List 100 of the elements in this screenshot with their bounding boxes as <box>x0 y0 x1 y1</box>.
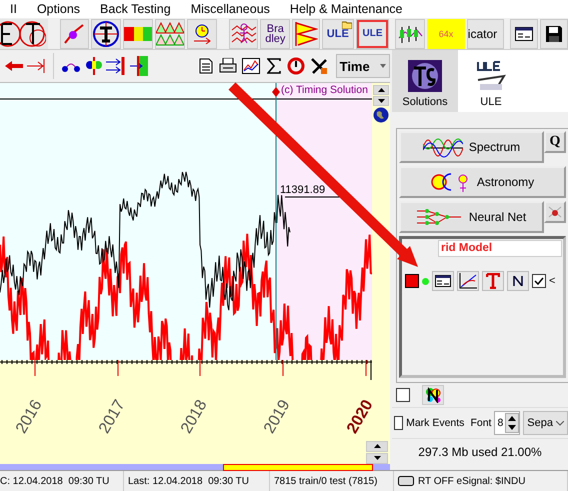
globe-icon <box>373 107 389 123</box>
line-chart-icon <box>242 58 260 74</box>
copyright-label: (c) Timing Solution <box>281 84 368 96</box>
trend-tool-button[interactable] <box>60 18 90 48</box>
n-letter-icon <box>513 276 523 286</box>
options-button[interactable] <box>544 201 566 223</box>
window-icon <box>515 26 534 40</box>
option-checkbox[interactable] <box>396 388 410 402</box>
rising-line-icon <box>459 273 477 289</box>
menu-item[interactable]: Help & Maintenance <box>280 2 412 16</box>
trend-line-icon <box>63 22 86 44</box>
table-button[interactable] <box>432 271 454 291</box>
arrow-to-line-icon <box>27 59 46 73</box>
status-dot-icon <box>422 278 429 284</box>
normalize-button[interactable] <box>507 271 529 291</box>
ule-logo-icon <box>476 60 506 92</box>
waves-icon <box>422 136 463 158</box>
font-label: Font <box>470 417 492 429</box>
figure-tool-button[interactable] <box>228 18 258 48</box>
status-text: RT OFF eSignal: $INDU <box>418 476 526 486</box>
text-button[interactable] <box>482 271 504 291</box>
colorful-n-icon <box>425 387 441 403</box>
solutions-tab[interactable]: ULE <box>458 50 524 112</box>
module-button[interactable]: Spectrum <box>399 131 544 163</box>
candles-button[interactable] <box>395 18 426 48</box>
serif-t-icon <box>486 273 500 289</box>
connection-icon <box>398 476 414 486</box>
color-bar-icon <box>124 26 152 40</box>
arrow-into-bar-icon <box>130 56 148 76</box>
mark-events-checkbox[interactable] <box>394 416 404 430</box>
menu-item[interactable]: Back Testing <box>90 2 181 16</box>
candlestick-icon <box>397 24 424 44</box>
circled-letters-icon <box>0 20 46 48</box>
graph-button[interactable] <box>457 271 479 291</box>
page-down-button[interactable] <box>366 452 388 464</box>
status-text: C: 12.04.2018 09:30 TU <box>0 476 110 486</box>
color-bar-button[interactable] <box>123 18 153 48</box>
double-arrow-bar-icon <box>106 57 126 75</box>
menu-item[interactable]: Options <box>26 2 90 16</box>
sigma-icon <box>266 58 281 74</box>
disabled-mark-icon <box>548 206 562 218</box>
price-level-line <box>284 196 340 198</box>
save-icon <box>545 24 564 42</box>
show-checkbox[interactable] <box>532 274 546 288</box>
left-arrow-icon <box>4 61 23 71</box>
timer-button[interactable] <box>187 18 217 48</box>
indicator-button[interactable]: icator <box>466 18 504 48</box>
network-icon <box>416 207 463 227</box>
zigzag-icon <box>294 20 318 46</box>
scroll-up-button[interactable] <box>373 85 389 95</box>
time-dropdown[interactable]: Time <box>336 54 390 78</box>
model-name-field[interactable]: rid Model <box>438 240 562 257</box>
ule-boxed-button[interactable]: ULE <box>356 18 390 48</box>
page-icon <box>198 58 213 74</box>
timing-tool-button[interactable] <box>91 18 121 48</box>
page-up-button[interactable] <box>366 440 388 452</box>
ts-logo-icon <box>408 60 442 92</box>
letter-tool-button[interactable] <box>0 18 48 48</box>
dropdown-caret-icon <box>556 420 564 426</box>
window-button[interactable] <box>510 18 538 48</box>
menu-item[interactable]: Miscellaneous <box>180 2 280 16</box>
speed-badge: 64x <box>427 18 465 48</box>
zigzag-figure-icon <box>230 22 257 46</box>
triangles-icon <box>156 22 184 46</box>
collapse-label[interactable]: < <box>549 275 556 287</box>
status-text: 7815 train/0 test (7815) <box>274 476 378 486</box>
solutions-tab[interactable]: Solutions <box>392 50 458 112</box>
window-icon <box>435 275 451 287</box>
check-mark-icon <box>534 277 544 285</box>
scroll-thumb[interactable] <box>223 464 373 471</box>
scroll-down-button[interactable] <box>373 96 389 106</box>
module-button[interactable]: Neural Net <box>399 201 544 233</box>
status-text: Last: 12.04.2018 09:30 TU <box>128 476 250 486</box>
save-button[interactable] <box>540 18 568 48</box>
scroll-track[interactable] <box>0 464 390 470</box>
up-triangle-icon <box>374 444 380 448</box>
color-swatch[interactable] <box>405 274 419 288</box>
folder-icon <box>342 20 352 28</box>
module-button[interactable]: Astronomy <box>399 166 566 198</box>
menu-item[interactable]: II <box>0 2 27 16</box>
bar-arrow-button[interactable] <box>129 53 149 79</box>
separator-dropdown[interactable]: Sepa <box>523 411 568 435</box>
quick-button[interactable]: Q <box>544 131 566 153</box>
price-label: 11391.89 <box>280 184 326 196</box>
neural-tool-button[interactable] <box>422 385 444 405</box>
ule-button[interactable]: ULE <box>322 18 354 48</box>
down-triangle-icon <box>374 456 380 460</box>
circled-t-icon <box>93 20 120 46</box>
up-triangle-icon <box>378 88 384 92</box>
zigzag-tool-button[interactable] <box>292 18 320 48</box>
pin-marker-icon <box>84 57 103 75</box>
dropdown-caret-icon <box>380 64 386 68</box>
triangles-button[interactable] <box>155 18 185 48</box>
cursor-marker-icon <box>272 87 280 97</box>
bradley-button[interactable]: Bra dley <box>260 18 290 48</box>
down-triangle-icon <box>378 99 384 103</box>
mark-events-label[interactable]: Mark Events <box>406 417 464 429</box>
font-size-spinner[interactable]: 8 <box>494 411 520 435</box>
spin-arrows-icon <box>505 413 520 433</box>
printer-icon <box>219 58 238 74</box>
